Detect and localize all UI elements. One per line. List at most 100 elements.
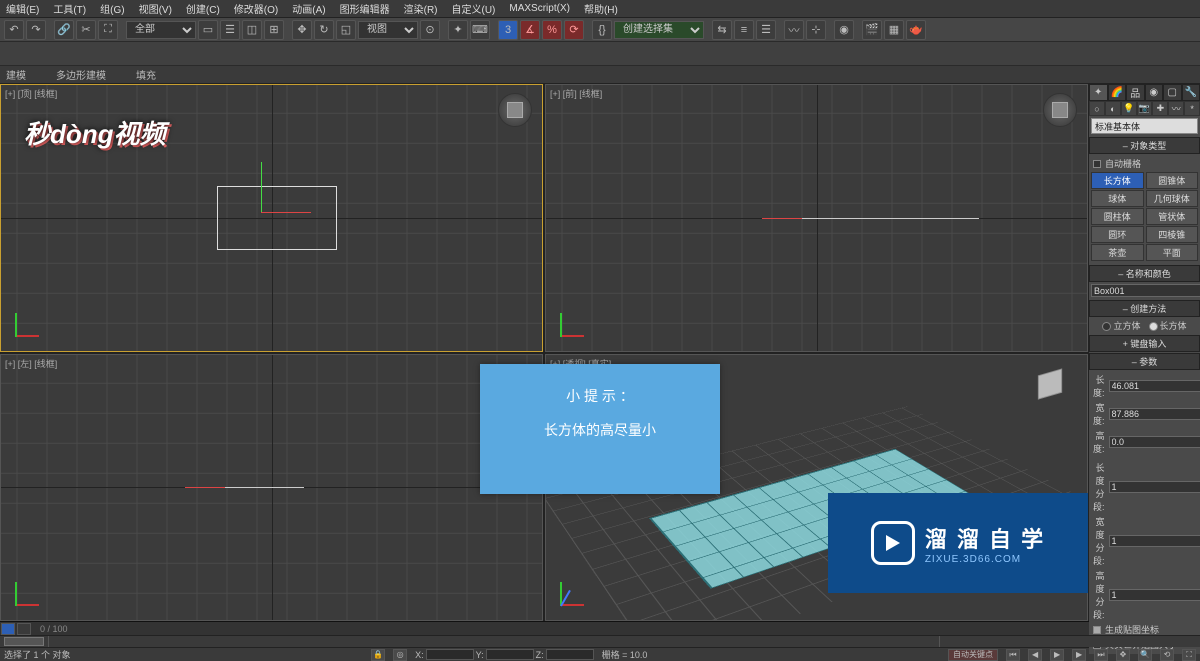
menu-maxscript[interactable]: MAXScript(X) [509,3,570,14]
rollout-parameters[interactable]: – 参数 [1089,353,1200,370]
menu-edit[interactable]: 编辑(E) [6,1,39,16]
render-setup-button[interactable]: 🎬 [862,20,882,40]
sub-cameras-icon[interactable]: 📷 [1137,101,1153,116]
prim-box[interactable]: 长方体 [1091,172,1144,189]
prim-teapot[interactable]: 茶壶 [1091,244,1144,261]
viewport-front[interactable]: [+] [前] [线框] [545,84,1088,352]
scale-button[interactable]: ◱ [336,20,356,40]
viewport-label[interactable]: [+] [前] [线框] [550,87,602,100]
prim-geosphere[interactable]: 几何球体 [1146,190,1199,207]
coord-z-field[interactable] [546,649,594,660]
unlink-button[interactable]: ✂ [76,20,96,40]
object-name-field[interactable] [1091,284,1200,297]
auto-grid-check[interactable]: 自动栅格 [1091,156,1198,171]
viewport-label[interactable]: [+] [顶] [线框] [5,87,57,100]
schematic-button[interactable]: ⊹ [806,20,826,40]
method-box-radio[interactable]: 长方体 [1149,319,1187,332]
prim-plane[interactable]: 平面 [1146,244,1199,261]
rotate-button[interactable]: ↻ [314,20,334,40]
move-button[interactable]: ✥ [292,20,312,40]
ref-coord-select[interactable]: 视图 [358,21,418,39]
render-frame-button[interactable]: ▦ [884,20,904,40]
prim-cone[interactable]: 圆锥体 [1146,172,1199,189]
pivot-button[interactable]: ⊙ [420,20,440,40]
menu-animation[interactable]: 动画(A) [292,1,325,16]
material-editor-button[interactable]: ◉ [834,20,854,40]
prim-tube[interactable]: 管状体 [1146,208,1199,225]
viewport-left[interactable]: [+] [左] [线框] [0,354,543,622]
track-key-icon[interactable] [17,623,31,635]
sub-systems-icon[interactable]: * [1184,101,1200,116]
render-button[interactable]: 🫖 [906,20,926,40]
nav-orbit-icon[interactable]: ⟲ [1160,649,1174,661]
menu-render[interactable]: 渲染(R) [404,1,438,16]
rollout-name-color[interactable]: – 名称和颜色 [1089,265,1200,282]
viewcube-icon[interactable] [498,93,532,127]
playback-prev-icon[interactable]: ◀ [1028,649,1042,661]
sub-lights-icon[interactable]: 💡 [1121,101,1137,116]
tab-display-icon[interactable]: ▢ [1163,84,1182,101]
time-slider[interactable] [0,635,1200,647]
tab-hierarchy-icon[interactable]: 品 [1126,84,1145,101]
tab-motion-icon[interactable]: ◉ [1145,84,1164,101]
spinner-snap-button[interactable]: ⟳ [564,20,584,40]
snap-toggle-button[interactable]: 3 [498,20,518,40]
mirror-button[interactable]: ⇆ [712,20,732,40]
rollout-creation-method[interactable]: – 创建方法 [1089,300,1200,317]
menu-tools[interactable]: 工具(T) [53,1,86,16]
auto-key-button[interactable]: 自动关键点 [948,649,998,661]
length-field[interactable] [1109,380,1200,392]
time-ruler[interactable] [48,636,940,647]
sub-helpers-icon[interactable]: ✚ [1152,101,1168,116]
prim-sphere[interactable]: 球体 [1091,190,1144,207]
menu-create[interactable]: 创建(C) [186,1,220,16]
prim-pyramid[interactable]: 四棱锥 [1146,226,1199,243]
menu-group[interactable]: 组(G) [100,1,124,16]
select-region-button[interactable]: ◫ [242,20,262,40]
track-key-icon[interactable] [1,623,15,635]
primitive-category[interactable]: 标准基本体 [1091,118,1198,134]
align-button[interactable]: ≡ [734,20,754,40]
tab-modify-icon[interactable]: 🌈 [1108,84,1127,101]
tab-create-icon[interactable]: ✦ [1089,84,1108,101]
select-button[interactable]: ▭ [198,20,218,40]
rollout-keyboard-entry[interactable]: + 键盘输入 [1089,335,1200,352]
width-segs-field[interactable] [1109,535,1200,547]
method-cube-radio[interactable]: 立方体 [1102,319,1140,332]
bind-button[interactable]: ⛶ [98,20,118,40]
ribbon-modeling[interactable]: 建模 [6,67,26,82]
percent-snap-button[interactable]: % [542,20,562,40]
viewport-label[interactable]: [+] [左] [线框] [5,357,57,370]
length-segs-field[interactable] [1109,481,1200,493]
sub-spacewarps-icon[interactable]: 〰 [1168,101,1184,116]
coord-x-field[interactable] [426,649,474,660]
menu-help[interactable]: 帮助(H) [584,1,618,16]
playback-play-icon[interactable]: ▶ [1050,649,1064,661]
isolate-icon[interactable]: ◎ [393,649,407,661]
link-button[interactable]: 🔗 [54,20,74,40]
rollout-object-type[interactable]: – 对象类型 [1089,137,1200,154]
viewcube-icon[interactable] [1043,93,1077,127]
curve-editor-button[interactable]: 〰 [784,20,804,40]
selection-filter[interactable]: 全部 [126,21,196,39]
manipulate-button[interactable]: ✦ [448,20,468,40]
keyboard-shortcut-button[interactable]: ⌨ [470,20,490,40]
window-crossing-button[interactable]: ⊞ [264,20,284,40]
prim-torus[interactable]: 圆环 [1091,226,1144,243]
select-name-button[interactable]: ☰ [220,20,240,40]
sub-shapes-icon[interactable]: ◐ [1105,101,1121,116]
menu-customize[interactable]: 自定义(U) [452,1,496,16]
width-field[interactable] [1109,408,1200,420]
playback-next-icon[interactable]: ▶ [1072,649,1086,661]
nav-max-icon[interactable]: ⛶ [1182,649,1196,661]
ribbon-populate[interactable]: 填充 [136,67,156,82]
menu-graph[interactable]: 图形编辑器 [340,1,390,16]
prim-cylinder[interactable]: 圆柱体 [1091,208,1144,225]
named-sets-select[interactable]: 创建选择集 [614,21,704,39]
nav-zoom-icon[interactable]: 🔍 [1138,649,1152,661]
redo-button[interactable]: ↷ [26,20,46,40]
ribbon-polygon[interactable]: 多边形建模 [56,67,106,82]
time-slider-handle[interactable] [4,637,44,646]
angle-snap-button[interactable]: ∡ [520,20,540,40]
height-field[interactable] [1109,436,1200,448]
